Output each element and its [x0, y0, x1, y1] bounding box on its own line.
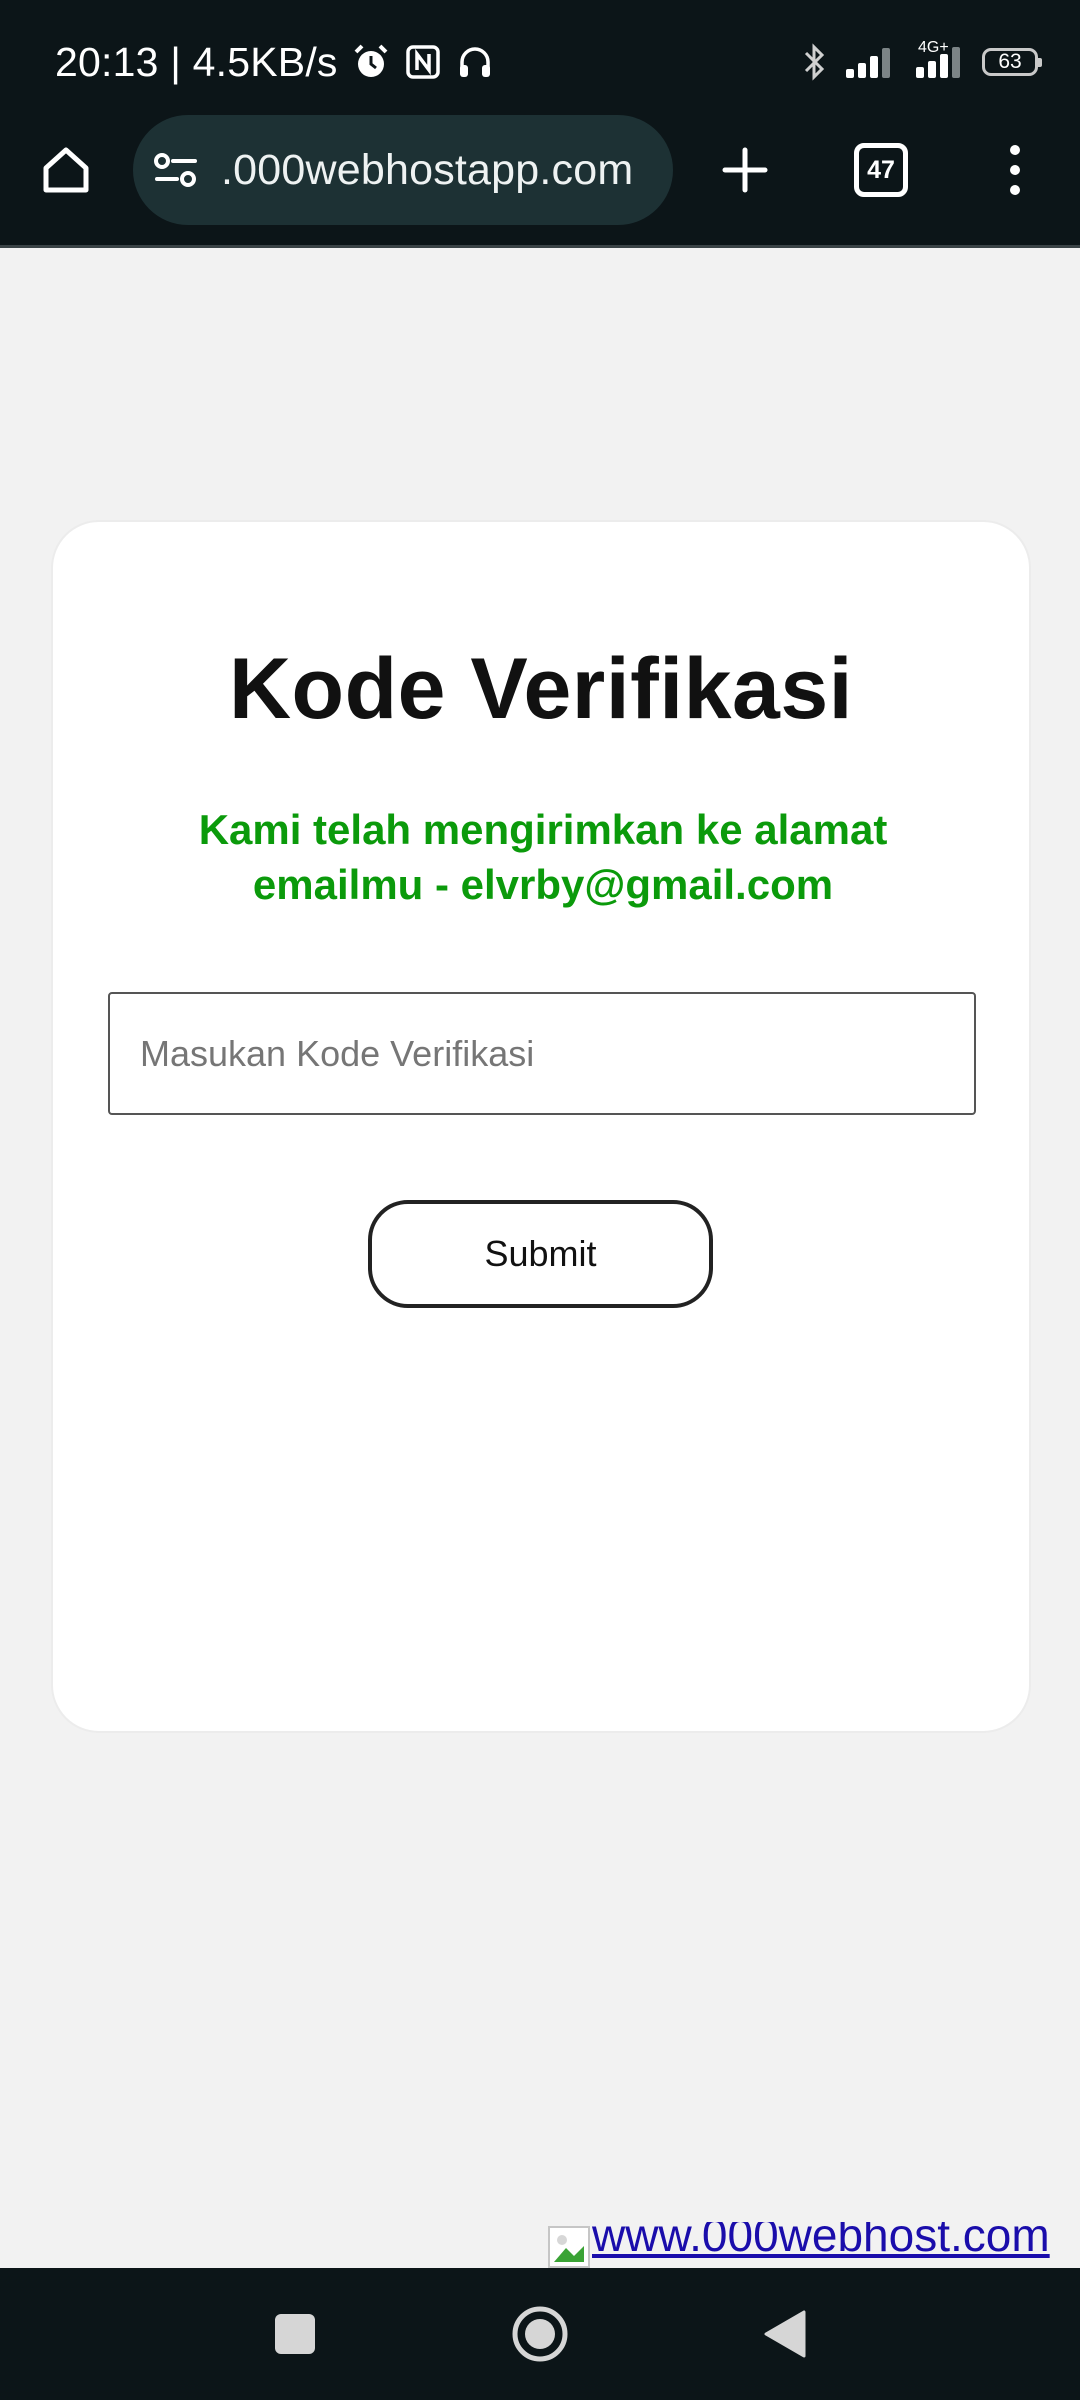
status-time-speed: 20:13 | 4.5KB/s: [55, 38, 338, 85]
recents-button[interactable]: [235, 2268, 355, 2400]
battery-level: 63: [998, 50, 1022, 73]
navigation-bar: [0, 2268, 1080, 2400]
toolbar-divider: [0, 245, 1080, 248]
verification-code-input[interactable]: [108, 992, 976, 1115]
back-icon: [764, 2310, 806, 2358]
back-button[interactable]: [725, 2268, 845, 2400]
new-tab-button[interactable]: [700, 122, 790, 218]
address-bar[interactable]: .000webhostapp.com: [133, 115, 673, 225]
home-button[interactable]: [20, 122, 112, 218]
submit-button[interactable]: Submit: [368, 1200, 713, 1308]
nfc-icon: [404, 43, 442, 81]
home-icon: [43, 147, 89, 193]
page-title: Kode Verifikasi: [228, 641, 854, 737]
bluetooth-icon: [800, 42, 830, 82]
site-settings-icon[interactable]: [153, 150, 199, 190]
battery-icon: 63: [982, 48, 1042, 76]
host-badge[interactable]: www.000webhost.com: [548, 2222, 1080, 2268]
status-bar: 20:13 | 4.5KB/s 4G+ 63: [0, 0, 1080, 115]
home-circle-icon: [512, 2306, 568, 2362]
signal-4g-icon: 4G+: [912, 39, 968, 79]
host-link[interactable]: www.000webhost.com: [592, 2222, 1050, 2262]
signal-icon: [844, 45, 898, 79]
headphones-icon: [456, 43, 494, 81]
recents-icon: [275, 2314, 315, 2354]
browser-toolbar: .000webhostapp.com 47: [0, 115, 1080, 248]
email-sent-message: Kami telah mengirimkan ke alamat emailmu…: [198, 806, 888, 908]
tabs-button[interactable]: 47: [836, 122, 926, 218]
status-right: 4G+ 63: [800, 34, 1042, 90]
menu-button[interactable]: [970, 122, 1060, 218]
tab-count: 47: [867, 155, 895, 184]
home-nav-button[interactable]: [480, 2268, 600, 2400]
menu-icon: [1010, 145, 1020, 195]
tabs-icon: 47: [854, 143, 908, 197]
alarm-icon: [352, 43, 390, 81]
broken-image-icon: [548, 2226, 590, 2268]
new-tab-icon: [722, 147, 768, 193]
network-type: 4G+: [918, 39, 949, 56]
status-left: 20:13 | 4.5KB/s: [55, 34, 494, 90]
url-text: .000webhostapp.com: [221, 145, 634, 194]
verification-card: Kode Verifikasi Kami telah mengirimkan k…: [51, 520, 1031, 1733]
submit-button-label: Submit: [484, 1233, 597, 1274]
